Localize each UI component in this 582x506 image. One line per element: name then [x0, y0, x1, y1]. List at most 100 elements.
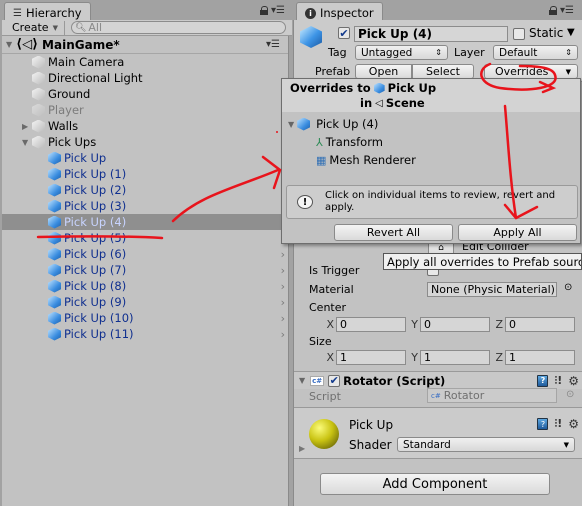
- expand-arrow-icon[interactable]: ▼: [6, 40, 12, 49]
- hierarchy-item[interactable]: Pick Up (4): [2, 214, 288, 230]
- select-label: Select: [426, 65, 460, 78]
- hierarchy-item[interactable]: Pick Up (5)›: [2, 230, 288, 246]
- expand-arrow-icon[interactable]: ▼: [22, 138, 32, 147]
- expand-arrow-icon[interactable]: ▶: [22, 122, 32, 131]
- hierarchy-item[interactable]: Pick Up (6) ›: [2, 246, 288, 262]
- tab-inspector[interactable]: i Inspector: [296, 2, 383, 21]
- rotator-enabled-checkbox[interactable]: ✔: [328, 374, 341, 387]
- hierarchy-item[interactable]: Pick Up (10) ›: [2, 310, 288, 326]
- gear-icon[interactable]: ⚙: [568, 417, 579, 431]
- size-z-input[interactable]: 1: [505, 350, 575, 365]
- open-prefab-chevron-icon[interactable]: ›: [281, 328, 285, 341]
- scene-menu-icon[interactable]: ▾☰: [266, 39, 280, 50]
- axis-y-label: Y: [411, 318, 418, 331]
- is-trigger-label: Is Trigger: [309, 264, 360, 277]
- expand-arrow-icon[interactable]: ▶: [299, 444, 305, 453]
- hierarchy-item[interactable]: Pick Up (1): [2, 166, 288, 182]
- gameobject-cube-icon: [32, 135, 45, 149]
- prefab-open-button[interactable]: Open: [355, 64, 412, 79]
- panel-menu-icon[interactable]: ▾☰: [560, 5, 574, 16]
- material-sphere-preview[interactable]: [309, 419, 339, 449]
- tag-dropdown[interactable]: Untagged ⇕: [355, 45, 448, 60]
- active-checkbox[interactable]: ✔: [338, 27, 350, 39]
- presets-icon[interactable]: ⫶!: [554, 374, 562, 388]
- center-x-input[interactable]: 0: [336, 317, 406, 332]
- tag-label: Tag: [328, 46, 347, 59]
- help-book-icon[interactable]: ?: [537, 418, 549, 430]
- open-prefab-chevron-icon[interactable]: ›: [281, 296, 285, 309]
- center-x: X0: [324, 317, 406, 332]
- hierarchy-item[interactable]: ▼ Pick Ups: [2, 134, 288, 150]
- override-root-item[interactable]: ▼ Pick Up (4): [288, 117, 378, 131]
- hierarchy-item[interactable]: Pick Up (2): [2, 182, 288, 198]
- center-y-input[interactable]: 0: [420, 317, 490, 332]
- open-prefab-chevron-icon[interactable]: ›: [281, 312, 285, 325]
- add-component-button[interactable]: Add Component: [320, 473, 550, 495]
- scene-header[interactable]: ▼ ⟨◁⟩ MainGame* ▾☰: [2, 36, 288, 54]
- expand-arrow-icon[interactable]: ▼: [288, 120, 294, 129]
- open-prefab-chevron-icon[interactable]: ›: [281, 248, 285, 261]
- hierarchy-item[interactable]: Pick Up (7) ›: [2, 262, 288, 278]
- add-component-label: Add Component: [382, 476, 488, 492]
- presets-icon[interactable]: ⫶!: [554, 417, 562, 431]
- tab-hierarchy[interactable]: ☰ Hierarchy: [4, 2, 91, 21]
- hierarchy-toolbar: Create ▼ 🔍︎ All: [2, 20, 292, 36]
- apply-all-tooltip: Apply all overrides to Prefab source: [383, 253, 582, 270]
- hierarchy-search-input[interactable]: 🔍︎ All: [70, 21, 286, 34]
- open-prefab-chevron-icon[interactable]: ›: [281, 264, 285, 277]
- lock-icon[interactable]: [549, 6, 558, 15]
- panel-menu-icon[interactable]: ▾☰: [271, 5, 285, 16]
- hierarchy-item[interactable]: Ground: [2, 86, 288, 102]
- overrides-title-in: in: [360, 96, 373, 110]
- prefab-overrides-dropdown[interactable]: Overrides ▼: [484, 64, 578, 79]
- object-picker-icon[interactable]: ⊙: [564, 282, 572, 293]
- object-picker-icon: ⊙: [566, 389, 575, 400]
- object-name-input[interactable]: Pick Up (4): [354, 26, 508, 42]
- lock-icon[interactable]: [260, 6, 269, 15]
- override-item-mesh-renderer[interactable]: ▦ Mesh Renderer: [316, 153, 416, 167]
- hierarchy-item[interactable]: Pick Up (8) ›: [2, 278, 288, 294]
- gameobject-cube-icon: [32, 119, 45, 133]
- static-dropdown-icon[interactable]: ▼: [567, 27, 575, 38]
- prefab-cube-icon: [48, 199, 61, 213]
- help-book-icon[interactable]: ?: [537, 374, 549, 387]
- static-checkbox[interactable]: [513, 28, 525, 40]
- override-item-transform[interactable]: ⅄ Transform: [316, 135, 383, 149]
- hierarchy-item[interactable]: Main Camera: [2, 54, 288, 70]
- prefab-cube-icon[interactable]: [300, 26, 322, 48]
- size-x: X1: [324, 350, 406, 365]
- revert-all-button[interactable]: Revert All: [334, 224, 453, 241]
- hierarchy-item-label: Pick Up (5): [64, 231, 127, 245]
- hierarchy-item[interactable]: Pick Up: [2, 150, 288, 166]
- layer-dropdown[interactable]: Default ⇕: [493, 45, 578, 60]
- size-label: Size: [309, 335, 332, 348]
- physic-material-field[interactable]: None (Physic Material): [427, 282, 557, 297]
- mesh-renderer-icon: ▦: [316, 153, 327, 167]
- rotator-component-header[interactable]: ▼ c# ✔ Rotator (Script) ? ⫶! ⚙: [294, 371, 582, 389]
- open-prefab-chevron-icon[interactable]: ›: [281, 280, 285, 293]
- hierarchy-item[interactable]: ▶ Walls: [2, 118, 288, 134]
- prefab-cube-icon: [48, 231, 61, 245]
- hierarchy-item-label: Pick Up (8): [64, 279, 127, 293]
- hierarchy-item-label: Pick Up (6): [64, 247, 127, 261]
- inspector-tab-controls: ▾☰: [549, 5, 574, 16]
- create-button[interactable]: Create ▼: [6, 20, 65, 35]
- hierarchy-item[interactable]: Directional Light: [2, 70, 288, 86]
- prefab-select-button[interactable]: Select: [412, 64, 474, 79]
- hierarchy-item[interactable]: Player: [2, 102, 288, 118]
- hierarchy-item[interactable]: Pick Up (9) ›: [2, 294, 288, 310]
- hierarchy-item[interactable]: Pick Up (3): [2, 198, 288, 214]
- apply-all-button[interactable]: Apply All: [458, 224, 577, 241]
- overrides-title-prefab: Pick Up: [387, 81, 437, 95]
- expand-arrow-icon[interactable]: ▼: [299, 376, 305, 385]
- center-z-input[interactable]: 0: [505, 317, 575, 332]
- hierarchy-item-label: Main Camera: [48, 55, 125, 69]
- layer-label: Layer: [454, 46, 485, 59]
- size-x-input[interactable]: 1: [336, 350, 406, 365]
- shader-dropdown[interactable]: Standard ▼: [397, 437, 575, 452]
- hierarchy-item-label: Player: [48, 103, 84, 117]
- size-y-input[interactable]: 1: [420, 350, 490, 365]
- hierarchy-item[interactable]: Pick Up (11) ›: [2, 326, 288, 342]
- gear-icon[interactable]: ⚙: [568, 374, 579, 388]
- hierarchy-item-label: Pick Up (7): [64, 263, 127, 277]
